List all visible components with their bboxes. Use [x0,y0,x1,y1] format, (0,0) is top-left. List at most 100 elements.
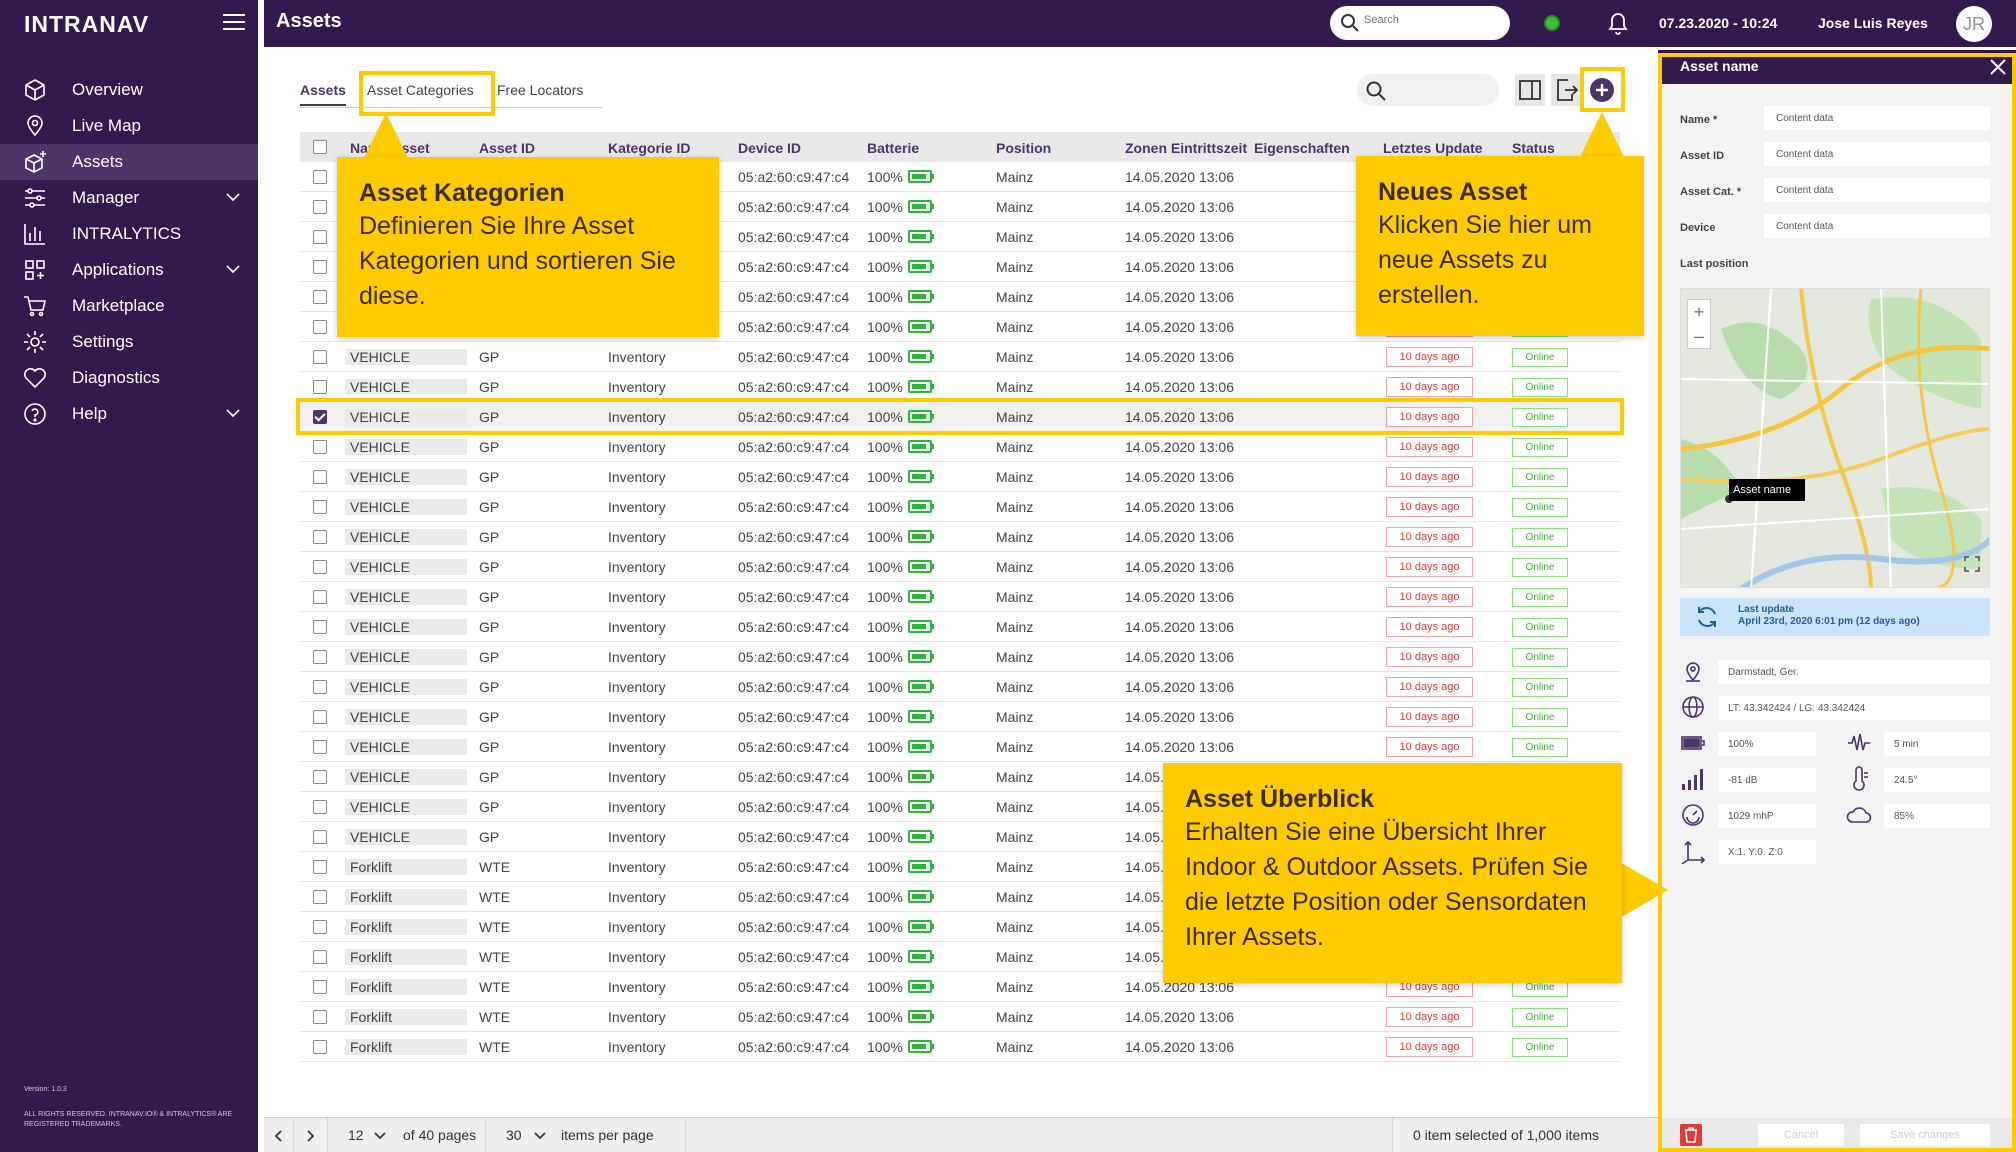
row-checkbox[interactable] [313,200,327,214]
row-checkbox[interactable] [313,860,327,874]
export-button[interactable] [1551,74,1581,106]
page-selector[interactable]: 12 of 40 pages [328,1118,486,1152]
table-row[interactable]: VEHICLE GP Inventory 05:a2:60:c9:47:c4 100% M… [300,732,1620,762]
row-checkbox[interactable] [313,350,327,364]
table-search[interactable] [1357,74,1499,106]
header-device-id[interactable]: Device ID [738,140,801,156]
row-checkbox[interactable] [313,920,327,934]
row-checkbox[interactable] [313,170,327,184]
table-row[interactable]: VEHICLE GP Inventory 05:a2:60:c9:47:c4 100% M… [300,612,1620,642]
cell-status: Online [1512,378,1568,397]
row-checkbox[interactable] [313,380,327,394]
table-row[interactable]: VEHICLE GP Inventory 05:a2:60:c9:47:c4 100% M… [300,642,1620,672]
cell-status: Online [1512,648,1568,667]
row-checkbox[interactable] [313,710,327,724]
cell-last-update: 10 days ago [1386,587,1473,607]
top-search[interactable] [1330,6,1510,40]
date-time: 07.23.2020 - 10:24 [1659,15,1778,31]
row-checkbox[interactable] [313,800,327,814]
header-category-id[interactable]: Kategorie ID [608,140,690,156]
sidebar-item-marketplace[interactable]: Marketplace [0,288,258,324]
row-checkbox[interactable] [313,500,327,514]
row-checkbox[interactable] [313,830,327,844]
table-row[interactable]: VEHICLE GP Inventory 05:a2:60:c9:47:c4 100% M… [300,582,1620,612]
header-position[interactable]: Position [996,140,1051,156]
bell-icon[interactable] [1606,10,1630,36]
search-icon [1366,81,1386,101]
sidebar-item-help[interactable]: Help [0,396,258,432]
menu-toggle-icon[interactable] [223,14,245,30]
header-battery[interactable]: Batterie [867,140,919,156]
cell-zone-entry: 14.05.2020 13:06 [1125,499,1234,515]
header-zone-entry[interactable]: Zonen Eintrittszeit [1125,140,1247,156]
sidebar-item-settings[interactable]: Settings [0,324,258,360]
row-checkbox[interactable] [313,680,327,694]
tab-free-locators[interactable]: Free Locators [497,82,583,98]
row-checkbox[interactable] [313,650,327,664]
cell-battery: 100% [867,949,903,965]
next-page-button[interactable] [294,1118,328,1152]
row-checkbox[interactable] [313,440,327,454]
prev-page-button[interactable] [264,1118,294,1152]
sidebar-item-intralytics[interactable]: INTRALYTICS [0,216,258,252]
sidebar-item-overview[interactable]: Overview [0,72,258,108]
cell-position: Mainz [996,919,1034,935]
map-pin-icon [27,115,43,137]
row-checkbox[interactable] [313,290,327,304]
table-row[interactable]: VEHICLE GP Inventory 05:a2:60:c9:47:c4 100% M… [300,342,1620,372]
row-checkbox[interactable] [313,770,327,784]
row-checkbox[interactable] [313,950,327,964]
callout-asset-categories: Asset Kategorien Definieren Sie Ihre Ass… [337,157,719,337]
search-input[interactable] [1364,14,1494,26]
user-name[interactable]: Jose Luis Reyes [1818,15,1928,31]
battery-icon [908,230,934,243]
row-checkbox[interactable] [313,980,327,994]
avatar[interactable]: JR [1956,6,1992,42]
table-row[interactable]: VEHICLE GP Inventory 05:a2:60:c9:47:c4 100% M… [300,672,1620,702]
row-checkbox[interactable] [313,740,327,754]
table-row[interactable]: Forklift WTE Inventory 05:a2:60:c9:47:c4 100… [300,1032,1620,1062]
cell-last-update: 10 days ago [1386,707,1473,727]
header-status[interactable]: Status [1512,140,1555,156]
sidebar-item-diagnostics[interactable]: Diagnostics [0,360,258,396]
table-row[interactable]: VEHICLE GP Inventory 05:a2:60:c9:47:c4 100% M… [300,552,1620,582]
row-checkbox[interactable] [313,320,327,334]
cell-asset-id: WTE [479,949,511,965]
sidebar-item-assets[interactable]: Assets [0,144,258,180]
table-row[interactable]: VEHICLE GP Inventory 05:a2:60:c9:47:c4 100% M… [300,702,1620,732]
header-last-update[interactable]: Letztes Update [1383,140,1483,156]
table-row[interactable]: VEHICLE GP Inventory 05:a2:60:c9:47:c4 100% M… [300,432,1620,462]
sidebar-item-applications[interactable]: Applications [0,252,258,288]
cell-position: Mainz [996,949,1034,965]
sidebar-item-live-map[interactable]: Live Map [0,108,258,144]
row-checkbox[interactable] [313,1010,327,1024]
select-all-checkbox[interactable] [313,140,327,154]
row-checkbox[interactable] [313,560,327,574]
search-icon [1341,14,1359,32]
cell-battery: 100% [867,739,903,755]
sidebar-item-manager[interactable]: Manager [0,180,258,216]
row-checkbox[interactable] [313,260,327,274]
cell-category: Inventory [608,799,666,815]
cell-category: Inventory [608,829,666,845]
cell-position: Mainz [996,169,1034,185]
row-checkbox[interactable] [313,530,327,544]
tab-assets[interactable]: Assets [300,82,346,106]
row-checkbox[interactable] [313,890,327,904]
row-checkbox[interactable] [313,230,327,244]
header-asset-id[interactable]: Asset ID [479,140,535,156]
table-row[interactable]: VEHICLE GP Inventory 05:a2:60:c9:47:c4 100% M… [300,492,1620,522]
header-properties[interactable]: Eigenschaften [1254,140,1350,156]
cell-status: Online [1512,468,1568,487]
cell-last-update: 10 days ago [1386,347,1473,367]
columns-button[interactable] [1515,74,1545,106]
row-checkbox[interactable] [313,1040,327,1054]
table-row[interactable]: VEHICLE GP Inventory 05:a2:60:c9:47:c4 100% M… [300,522,1620,552]
per-page-selector[interactable]: 30 items per page [486,1118,686,1152]
row-checkbox[interactable] [313,590,327,604]
table-row[interactable]: VEHICLE GP Inventory 05:a2:60:c9:47:c4 100% M… [300,462,1620,492]
cell-status: Online [1512,438,1568,457]
row-checkbox[interactable] [313,620,327,634]
row-checkbox[interactable] [313,470,327,484]
table-row[interactable]: Forklift WTE Inventory 05:a2:60:c9:47:c4 100… [300,1002,1620,1032]
